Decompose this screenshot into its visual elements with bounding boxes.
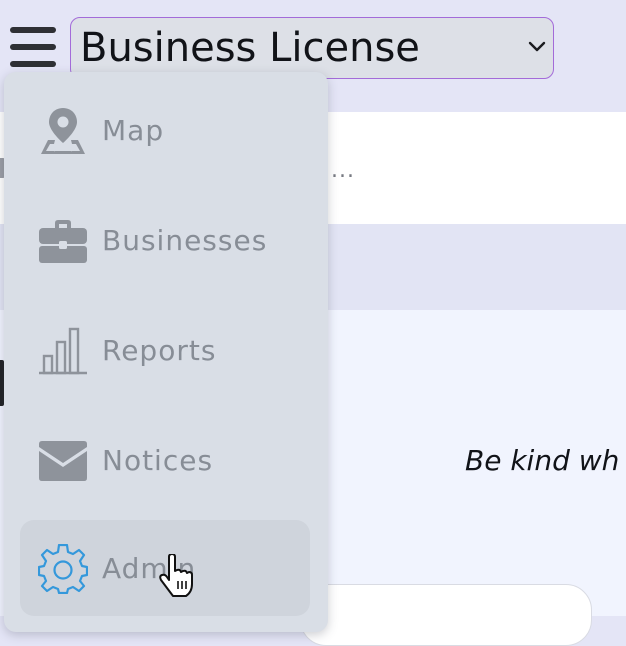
app-select-value: Business License	[80, 25, 420, 71]
menu-item-label: Admin	[102, 552, 197, 585]
chevron-down-icon	[528, 41, 546, 52]
motto-text: Be kind wh	[465, 444, 620, 477]
briefcase-icon	[39, 220, 87, 263]
navigation-dropdown-menu: Map Businesses Reports Notices Admin	[4, 72, 328, 632]
envelope-icon	[39, 441, 87, 481]
menu-item-label: Businesses	[102, 224, 268, 257]
hamburger-line	[10, 61, 56, 67]
menu-item-label: Notices	[102, 444, 214, 477]
menu-item-label: Map	[102, 114, 165, 147]
hamburger-menu-icon[interactable]	[10, 27, 56, 67]
menu-item-label: Reports	[102, 334, 217, 367]
hamburger-line	[10, 27, 56, 33]
bar-chart-icon	[39, 327, 87, 375]
app-select-dropdown[interactable]: Business License	[70, 17, 554, 79]
menu-item-map[interactable]: Map	[20, 82, 310, 178]
hamburger-line	[10, 44, 56, 50]
content-card	[300, 584, 592, 646]
menu-item-businesses[interactable]: Businesses	[20, 192, 310, 288]
gear-icon	[38, 544, 88, 594]
menu-item-reports[interactable]: Reports	[20, 302, 310, 398]
menu-item-notices[interactable]: Notices	[20, 412, 310, 508]
map-pin-icon	[41, 108, 85, 154]
menu-item-admin[interactable]: Admin	[20, 520, 310, 616]
